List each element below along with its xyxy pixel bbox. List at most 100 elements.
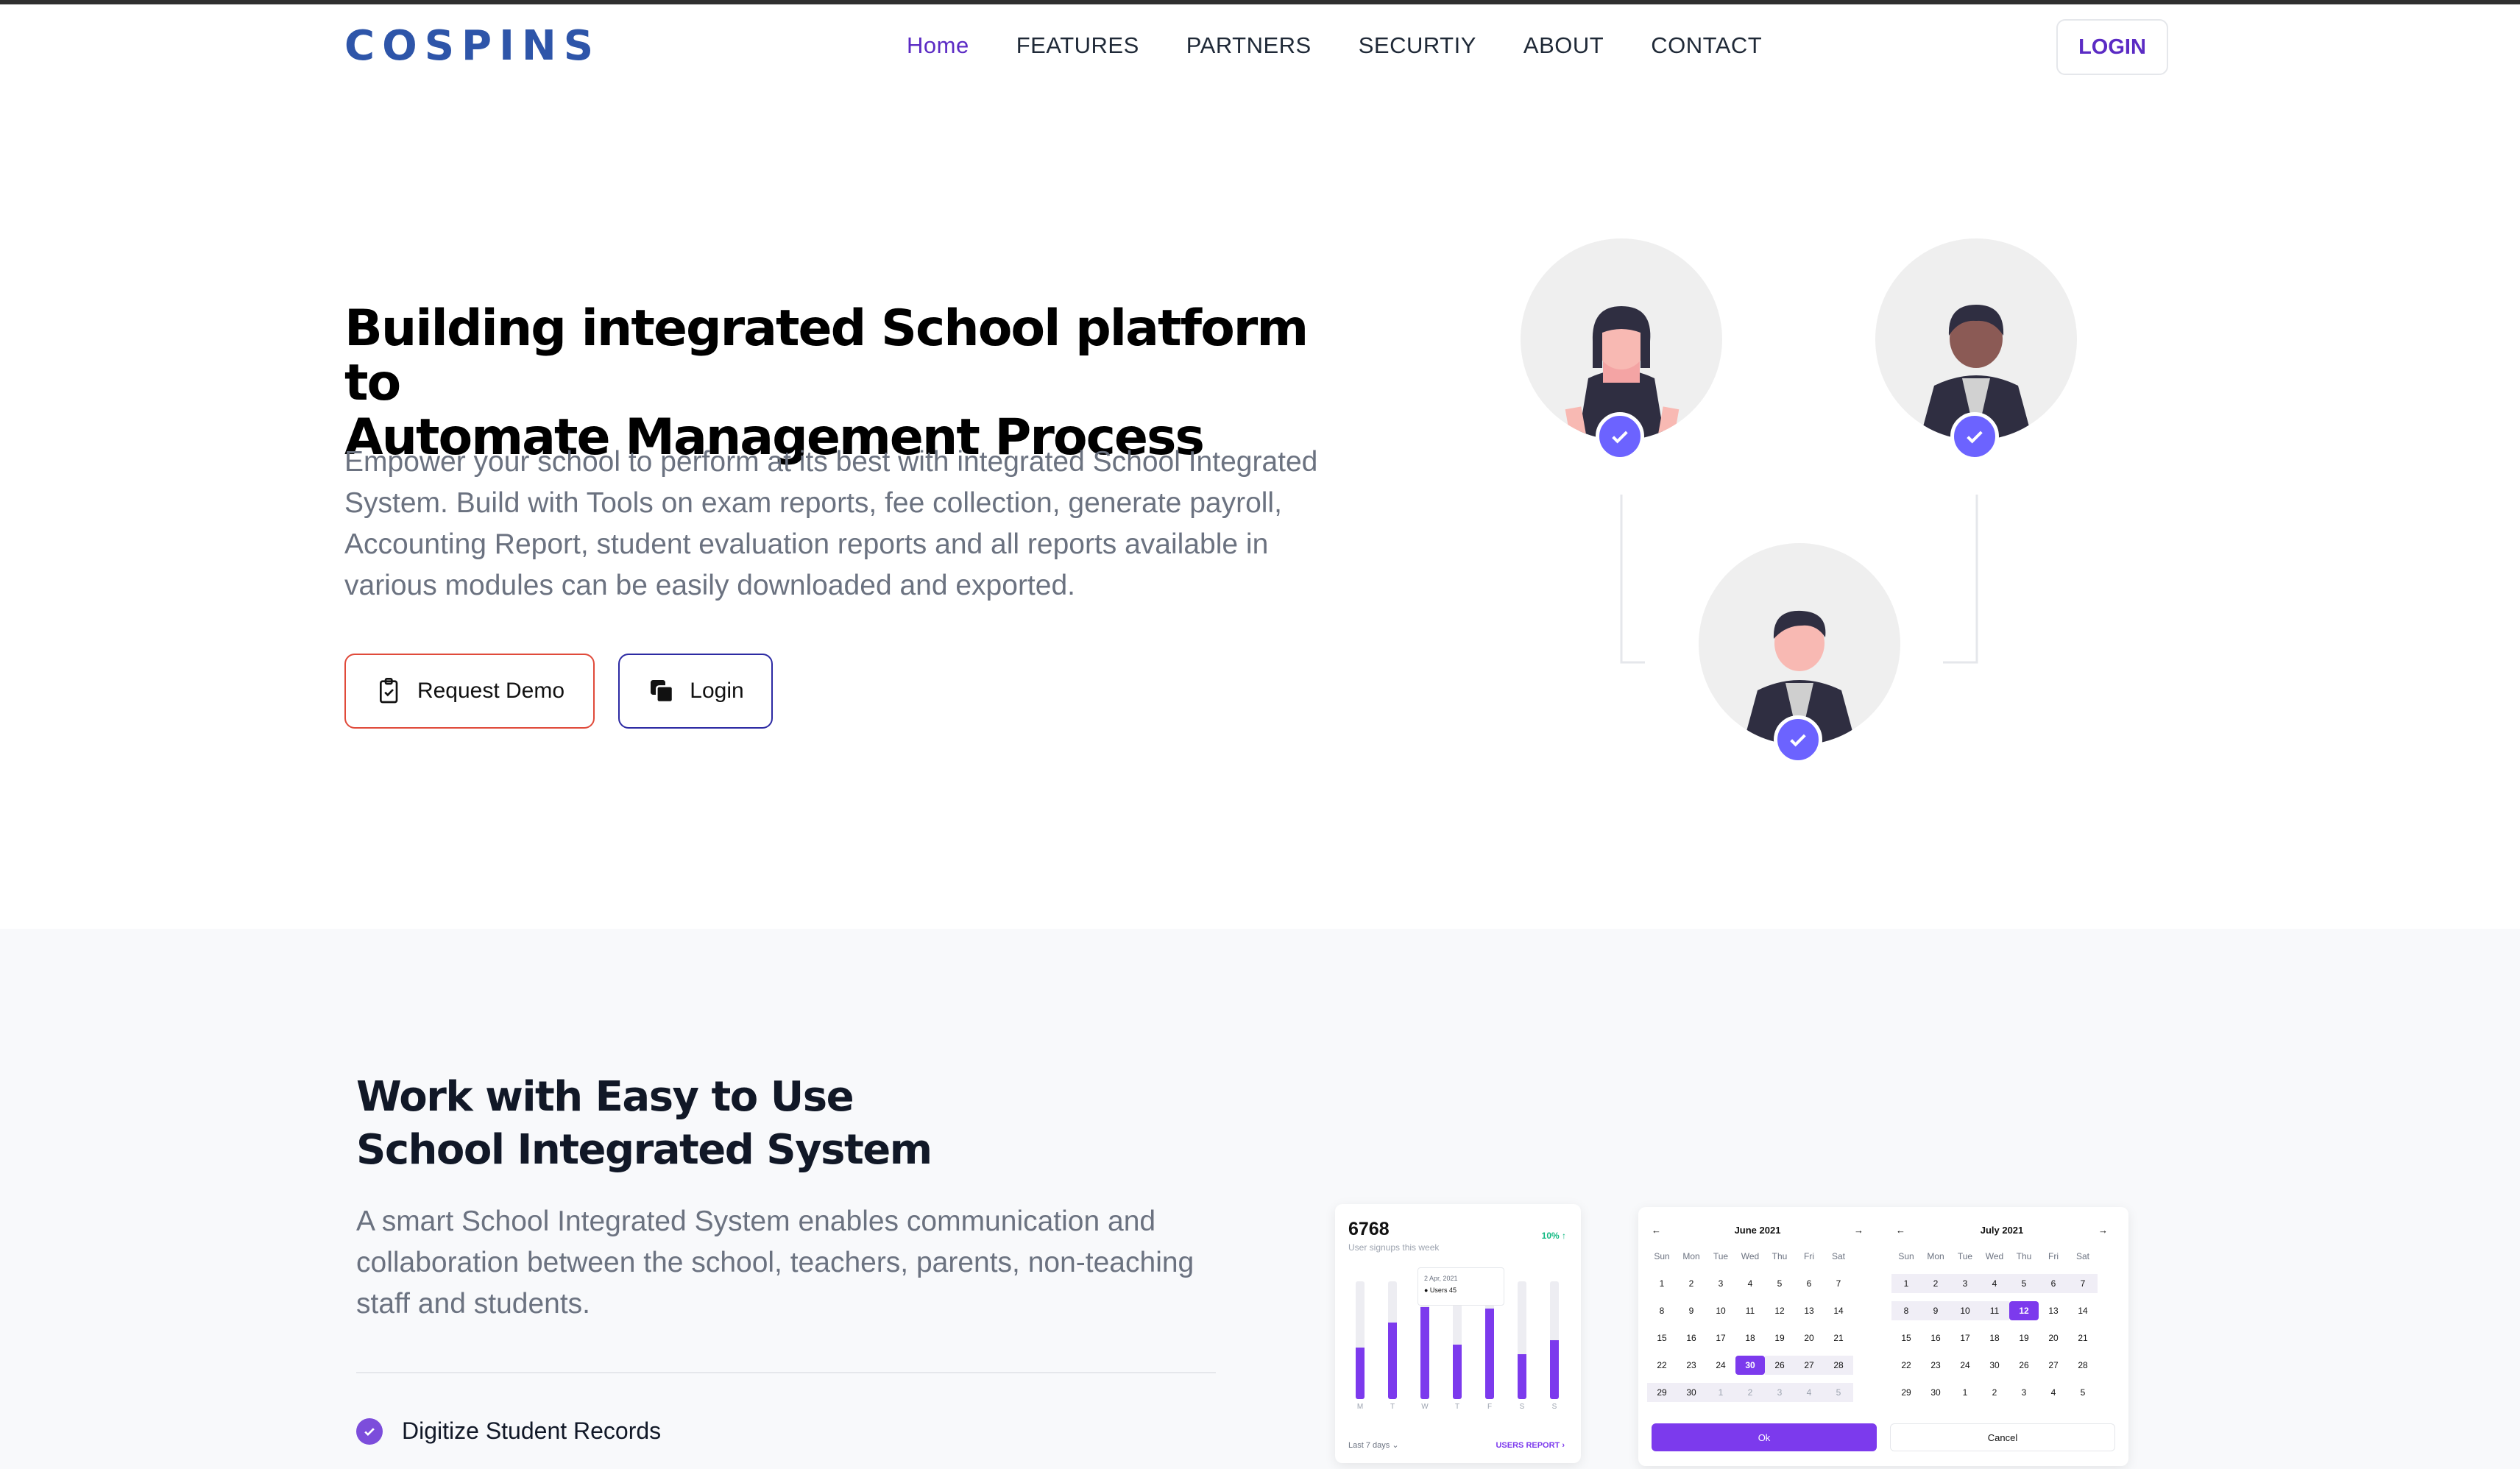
calendar-day[interactable]: 2 xyxy=(1921,1274,1950,1293)
calendar-day[interactable]: 3 xyxy=(1765,1383,1794,1402)
calendar-ok-button[interactable]: Ok xyxy=(1652,1423,1877,1451)
calendar-day[interactable]: 16 xyxy=(1921,1328,1950,1348)
calendar-day[interactable]: 11 xyxy=(1735,1301,1765,1320)
calendar-day[interactable]: 7 xyxy=(2068,1274,2098,1293)
calendar-day[interactable]: 28 xyxy=(1824,1356,1853,1375)
calendar-day[interactable]: 8 xyxy=(1891,1301,1921,1320)
calendar-day[interactable]: 27 xyxy=(1794,1356,1824,1375)
calendar-day[interactable]: 22 xyxy=(1891,1356,1921,1375)
calendar-day[interactable]: 1 xyxy=(1950,1383,1980,1402)
calendar-day[interactable]: 1 xyxy=(1891,1274,1921,1293)
range-dropdown[interactable]: Last 7 days ⌄ xyxy=(1348,1440,1399,1450)
calendar-day[interactable]: 9 xyxy=(1677,1301,1706,1320)
calendar-day[interactable]: 3 xyxy=(2009,1383,2039,1402)
calendar-day[interactable]: 5 xyxy=(2009,1274,2039,1293)
calendar-day[interactable]: 4 xyxy=(1794,1383,1824,1402)
calendar-day[interactable]: 4 xyxy=(2039,1383,2068,1402)
calendar-day[interactable]: 22 xyxy=(1647,1356,1677,1375)
calendar-day[interactable]: 23 xyxy=(1677,1356,1706,1375)
calendar-day[interactable]: 17 xyxy=(1950,1328,1980,1348)
window-top-border xyxy=(0,0,2520,4)
signup-bar-fill xyxy=(1550,1340,1559,1399)
section-description: A smart School Integrated System enables… xyxy=(356,1206,1194,1320)
calendar-day[interactable]: 13 xyxy=(2039,1301,2068,1320)
calendar-day[interactable]: 15 xyxy=(1891,1328,1921,1348)
nav-features[interactable]: FEATURES xyxy=(1016,32,1139,59)
calendar-day[interactable]: 6 xyxy=(1794,1274,1824,1293)
calendar-day[interactable]: 26 xyxy=(1765,1356,1794,1375)
calendar-day[interactable]: 1 xyxy=(1647,1274,1677,1293)
calendar-day[interactable]: 27 xyxy=(2039,1356,2068,1375)
calendar-day[interactable]: 30 xyxy=(1735,1356,1765,1375)
calendar-day[interactable]: 18 xyxy=(1735,1328,1765,1348)
calendar-day[interactable]: 21 xyxy=(2068,1328,2098,1348)
calendar-day[interactable]: 13 xyxy=(1794,1301,1824,1320)
calendar-day[interactable]: 10 xyxy=(1706,1301,1735,1320)
calendar-day[interactable]: 4 xyxy=(1980,1274,2009,1293)
calendar-day[interactable]: 2 xyxy=(1980,1383,2009,1402)
calendar-day[interactable]: 21 xyxy=(1824,1328,1853,1348)
calendar-day[interactable]: 28 xyxy=(2068,1356,2098,1375)
next-month-icon[interactable]: → xyxy=(2098,1225,2108,1236)
calendar-day[interactable]: 6 xyxy=(2039,1274,2068,1293)
prev-month-icon[interactable]: ← xyxy=(1652,1225,1661,1236)
calendar-day[interactable]: 30 xyxy=(1677,1383,1706,1402)
nav-partners[interactable]: PARTNERS xyxy=(1186,32,1312,59)
calendar-day[interactable]: 20 xyxy=(1794,1328,1824,1348)
calendar-day[interactable]: 18 xyxy=(1980,1328,2009,1348)
check-icon xyxy=(1774,715,1822,764)
calendar-cancel-button[interactable]: Cancel xyxy=(1890,1423,2115,1451)
weekday-header: Sun xyxy=(1898,1251,1914,1261)
calendar-day[interactable]: 11 xyxy=(1980,1301,2009,1320)
calendar-day[interactable]: 1 xyxy=(1706,1383,1735,1402)
nav-home[interactable]: Home xyxy=(907,32,969,59)
calendar-day[interactable]: 16 xyxy=(1677,1328,1706,1348)
calendar-day[interactable]: 23 xyxy=(1921,1356,1950,1375)
calendar-day[interactable]: 29 xyxy=(1647,1383,1677,1402)
calendar-day[interactable]: 9 xyxy=(1921,1301,1950,1320)
calendar-day[interactable]: 20 xyxy=(2039,1328,2068,1348)
next-month-icon[interactable]: → xyxy=(1854,1225,1864,1236)
features-section xyxy=(0,929,2520,1469)
calendar-day[interactable]: 5 xyxy=(1824,1383,1853,1402)
growth-badge: 10% ↑ xyxy=(1541,1231,1566,1241)
calendar-day[interactable]: 14 xyxy=(2068,1301,2098,1320)
hero-login-button[interactable]: Login xyxy=(618,654,773,729)
calendar-day[interactable]: 3 xyxy=(1706,1274,1735,1293)
calendar-day[interactable]: 2 xyxy=(1735,1383,1765,1402)
avatar-man xyxy=(1699,543,1900,745)
calendar-day[interactable]: 30 xyxy=(1921,1383,1950,1402)
calendar-day[interactable]: 15 xyxy=(1647,1328,1677,1348)
nav-about[interactable]: ABOUT xyxy=(1523,32,1604,59)
request-demo-button[interactable]: Request Demo xyxy=(344,654,595,729)
users-report-link[interactable]: USERS REPORT › xyxy=(1496,1441,1565,1450)
calendar-day[interactable]: 19 xyxy=(2009,1328,2039,1348)
calendar-day[interactable]: 12 xyxy=(1765,1301,1794,1320)
calendar-day[interactable]: 12 xyxy=(2009,1301,2039,1320)
calendar-day[interactable]: 17 xyxy=(1706,1328,1735,1348)
prev-month-icon[interactable]: ← xyxy=(1896,1225,1905,1236)
signup-bar-fill xyxy=(1453,1345,1462,1399)
brand-logo[interactable]: COSPINS xyxy=(344,22,601,70)
calendar-day[interactable]: 2 xyxy=(1677,1274,1706,1293)
calendar-day[interactable]: 26 xyxy=(2009,1356,2039,1375)
calendar-day[interactable]: 19 xyxy=(1765,1328,1794,1348)
calendar-day[interactable]: 5 xyxy=(1765,1274,1794,1293)
calendar-day[interactable]: 30 xyxy=(1980,1356,2009,1375)
calendar-day[interactable]: 24 xyxy=(1706,1356,1735,1375)
calendar-day[interactable]: 7 xyxy=(1824,1274,1853,1293)
nav-contact[interactable]: CONTACT xyxy=(1651,32,1762,59)
calendar-day[interactable]: 14 xyxy=(1824,1301,1853,1320)
header-login-button[interactable]: LOGIN xyxy=(2056,19,2168,75)
calendar-day[interactable]: 8 xyxy=(1647,1301,1677,1320)
calendar-day[interactable]: 29 xyxy=(1891,1383,1921,1402)
calendar-day[interactable]: 4 xyxy=(1735,1274,1765,1293)
nav-security[interactable]: SECURTIY xyxy=(1359,32,1476,59)
calendar-grid: Sun Mon Tue Wed Thu Fri Sat 1 2 3 4 5 6 7 8 9 10 11 12 13 14… xyxy=(1891,1247,2112,1402)
section-title: Work with Easy to Use School Integrated … xyxy=(356,1071,1239,1177)
calendar-day[interactable]: 10 xyxy=(1950,1301,1980,1320)
day-label: M xyxy=(1356,1403,1364,1411)
calendar-day[interactable]: 3 xyxy=(1950,1274,1980,1293)
calendar-day[interactable]: 24 xyxy=(1950,1356,1980,1375)
calendar-day[interactable]: 5 xyxy=(2068,1383,2098,1402)
